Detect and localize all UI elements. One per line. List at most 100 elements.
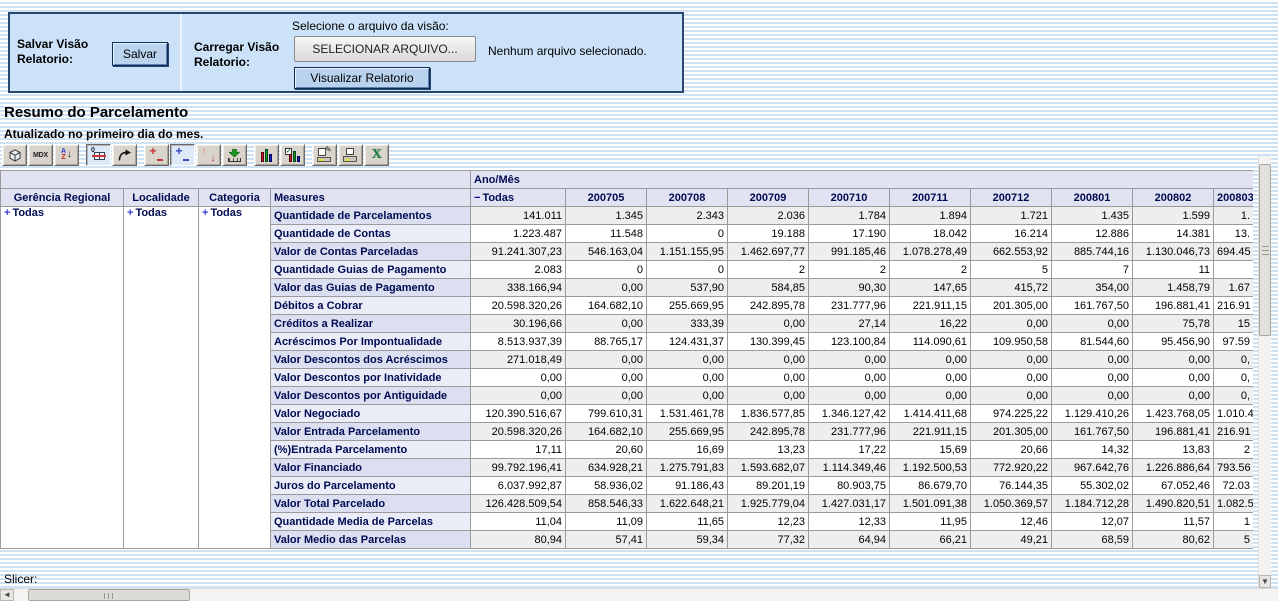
vertical-scrollbar-thumb[interactable] xyxy=(1259,164,1271,336)
value-cell: 1.114.349,46 xyxy=(809,459,890,477)
print-config-button[interactable]: ✎ xyxy=(312,144,337,166)
value-cell: 80,94 xyxy=(471,531,566,549)
print-icon xyxy=(343,148,358,162)
value-cell: 634.928,21 xyxy=(566,459,647,477)
value-cell: 0,00 xyxy=(566,279,647,297)
value-cell: 77,32 xyxy=(728,531,809,549)
select-file-button[interactable]: SELECIONAR ARQUIVO... xyxy=(294,36,476,62)
measure-label-cell: Valor Descontos por Antiguidade xyxy=(271,387,471,405)
value-cell: 221.911,15 xyxy=(890,297,971,315)
value-cell: 196.881,41 xyxy=(1133,297,1214,315)
print-pdf-button[interactable] xyxy=(338,144,363,166)
panel-divider xyxy=(180,14,182,91)
show-empty-cells-button[interactable]: 0 xyxy=(86,144,111,166)
value-cell: 30.196,66 xyxy=(471,315,566,333)
value-cell: 0,00 xyxy=(971,387,1052,405)
drill-member-icon: + xyxy=(150,149,164,162)
value-cell: 333,39 xyxy=(647,315,728,333)
value-cell: 1.130.046,73 xyxy=(1133,243,1214,261)
value-cell: 20,66 xyxy=(971,441,1052,459)
value-cell: 12,46 xyxy=(971,513,1052,531)
value-cell: 0 xyxy=(647,261,728,279)
measure-label-cell: Débitos a Cobrar xyxy=(271,297,471,315)
value-cell: 72.03 xyxy=(1214,477,1254,495)
view-report-button[interactable]: Visualizar Relatorio xyxy=(294,67,430,89)
value-cell: 1.050.369,57 xyxy=(971,495,1052,513)
value-cell: 12,07 xyxy=(1052,513,1133,531)
value-cell: 967.642,76 xyxy=(1052,459,1133,477)
value-cell: 216.91 xyxy=(1214,297,1254,315)
value-cell: 0,00 xyxy=(1133,351,1214,369)
value-cell: 0,00 xyxy=(890,387,971,405)
value-cell: 11,65 xyxy=(647,513,728,531)
row-member-cell[interactable]: +Todas xyxy=(1,207,124,549)
measure-label-cell: Quantidade Guias de Pagamento xyxy=(271,261,471,279)
value-cell: 0,00 xyxy=(728,315,809,333)
show-chart-button[interactable] xyxy=(254,144,279,166)
value-cell: 0,00 xyxy=(1133,387,1214,405)
col-header: 200801 xyxy=(1052,189,1133,207)
value-cell: 27,14 xyxy=(809,315,890,333)
expand-icon[interactable]: + xyxy=(202,207,208,219)
value-cell: 255.669,95 xyxy=(647,423,728,441)
save-button[interactable]: Salvar xyxy=(112,42,168,66)
col-header: 200710 xyxy=(809,189,890,207)
value-cell: 1.894 xyxy=(890,207,971,225)
scroll-down-arrow-icon[interactable]: ▼ xyxy=(1259,575,1271,588)
drill-position-button[interactable]: + xyxy=(170,144,195,166)
value-cell: 11.548 xyxy=(566,225,647,243)
value-cell: 17,22 xyxy=(809,441,890,459)
expand-icon[interactable]: + xyxy=(4,207,10,219)
drill-replace-icon: ↑↓ xyxy=(202,149,216,162)
scroll-left-arrow-icon[interactable]: ◄ xyxy=(0,589,14,601)
measure-label-cell: Créditos a Realizar xyxy=(271,315,471,333)
value-cell: 89.201,19 xyxy=(728,477,809,495)
mdx-editor-button[interactable]: MDX xyxy=(28,144,53,166)
value-cell: 1.078.278,49 xyxy=(890,243,971,261)
page-title: Resumo do Parcelamento xyxy=(4,104,188,121)
collapse-icon[interactable]: − xyxy=(474,192,480,204)
pivot-dimension-row: Ano/Mês xyxy=(1,171,1254,189)
value-cell: 1.593.682,07 xyxy=(728,459,809,477)
value-cell: 271.018,49 xyxy=(471,351,566,369)
expand-icon[interactable]: + xyxy=(127,207,133,219)
value-cell: 75,78 xyxy=(1133,315,1214,333)
value-cell: 126.428.509,54 xyxy=(471,495,566,513)
value-cell: 20.598.320,26 xyxy=(471,297,566,315)
export-excel-button[interactable]: X xyxy=(364,144,389,166)
drill-through-button[interactable] xyxy=(222,144,247,166)
value-cell: 11,09 xyxy=(566,513,647,531)
vertical-scrollbar[interactable]: ▼ xyxy=(1258,156,1271,588)
value-cell: 90,30 xyxy=(809,279,890,297)
swap-axes-button[interactable] xyxy=(112,144,137,166)
toolbar: MDXAZ↓ 0 + + ↑↓ ✓ ✎ X xyxy=(2,143,390,167)
chart-config-button[interactable]: ✓ xyxy=(280,144,305,166)
value-cell: 0, xyxy=(1214,369,1254,387)
value-cell: 0,00 xyxy=(1052,387,1133,405)
save-view-label: Salvar Visão Relatorio: xyxy=(17,37,112,67)
col-header-todas[interactable]: −Todas xyxy=(471,189,566,207)
value-cell: 1.67 xyxy=(1214,279,1254,297)
drill-member-button[interactable]: + xyxy=(144,144,169,166)
horizontal-scrollbar-thumb[interactable] xyxy=(28,589,190,601)
page-subtitle: Atualizado no primeiro dia do mes. xyxy=(4,127,203,141)
value-cell: 58.936,02 xyxy=(566,477,647,495)
value-cell: 11 xyxy=(1133,261,1214,279)
value-cell: 221.911,15 xyxy=(890,423,971,441)
value-cell: 14.381 xyxy=(1133,225,1214,243)
cube-navigator-button[interactable] xyxy=(2,144,27,166)
measure-label-cell: Quantidade de Contas xyxy=(271,225,471,243)
value-cell: 885.744,16 xyxy=(1052,243,1133,261)
value-cell: 0, xyxy=(1214,387,1254,405)
value-cell: 114.090,61 xyxy=(890,333,971,351)
value-cell: 2.343 xyxy=(647,207,728,225)
show-empty-icon: 0 xyxy=(91,148,106,162)
horizontal-scrollbar[interactable]: ◄ xyxy=(0,588,1278,601)
row-member-cell[interactable]: +Todas xyxy=(199,207,271,549)
slicer-label: Slicer: xyxy=(4,572,37,586)
sort-options-button[interactable]: AZ↓ xyxy=(54,144,79,166)
row-member-cell[interactable]: +Todas xyxy=(124,207,199,549)
report-view-panel: Salvar Visão Relatorio: Salvar Carregar … xyxy=(8,12,684,93)
drill-replace-button[interactable]: ↑↓ xyxy=(196,144,221,166)
excel-icon: X xyxy=(371,147,381,163)
